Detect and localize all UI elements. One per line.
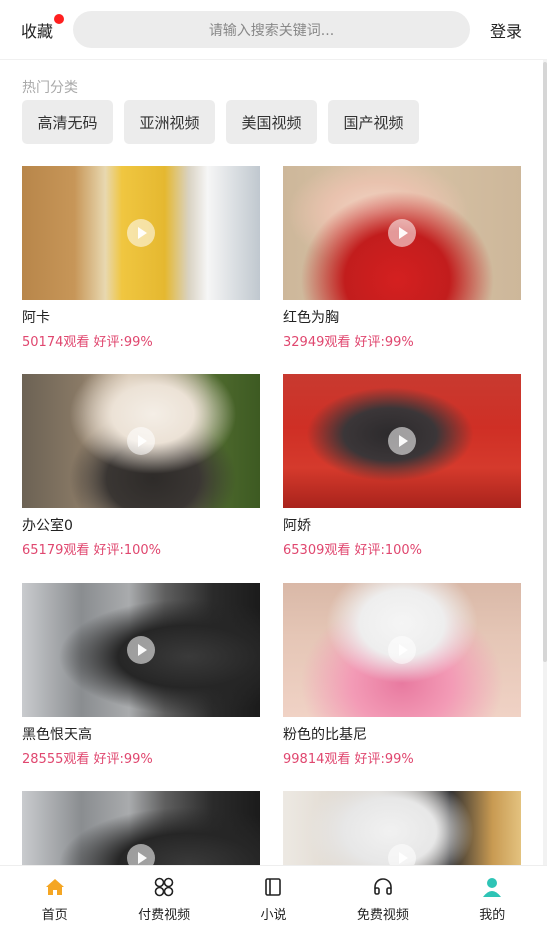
- nav-label: 小说: [260, 908, 287, 923]
- hot-categories-title: 热门分类: [22, 80, 78, 96]
- video-stats: 99814观看 好评:99%: [283, 752, 414, 767]
- nav-item-free-videos[interactable]: 免费视频: [328, 866, 437, 925]
- category-chip[interactable]: 高清无码: [22, 100, 113, 144]
- play-icon[interactable]: [127, 219, 155, 247]
- video-card[interactable]: 阿卡 50174观看 好评:99%: [22, 166, 260, 352]
- nav-item-paid-videos[interactable]: 付费视频: [109, 866, 218, 925]
- video-thumbnail[interactable]: [22, 374, 260, 508]
- video-thumbnail[interactable]: [283, 583, 521, 717]
- video-title: 办公室0: [22, 518, 73, 534]
- nav-label: 首页: [41, 908, 68, 923]
- video-title: 阿卡: [22, 310, 50, 326]
- video-title: 阿娇: [283, 518, 311, 534]
- category-chip[interactable]: 美国视频: [226, 100, 317, 144]
- video-card[interactable]: 粉色的比基尼 99814观看 好评:99%: [283, 583, 521, 769]
- nav-label: 付费视频: [138, 908, 191, 923]
- video-title: 黑色恨天高: [22, 727, 92, 743]
- play-icon[interactable]: [388, 427, 416, 455]
- video-thumbnail[interactable]: [22, 583, 260, 717]
- nav-item-home[interactable]: 首页: [0, 866, 109, 925]
- video-stats: 28555观看 好评:99%: [22, 752, 153, 767]
- video-card[interactable]: 红色为胸 32949观看 好评:99%: [283, 166, 521, 352]
- video-card[interactable]: 阿娇 65309观看 好评:100%: [283, 374, 521, 560]
- nav-item-novels[interactable]: 小说: [219, 866, 328, 925]
- video-stats: 32949观看 好评:99%: [283, 335, 414, 350]
- video-title: 粉色的比基尼: [283, 727, 367, 743]
- video-thumbnail[interactable]: [283, 166, 521, 300]
- video-card[interactable]: 办公室0 65179观看 好评:100%: [22, 374, 260, 560]
- video-card[interactable]: 黑色恨天高 28555观看 好评:99%: [22, 583, 260, 769]
- video-title: 红色为胸: [283, 310, 339, 326]
- video-thumbnail[interactable]: [283, 374, 521, 508]
- category-chip[interactable]: 亚洲视频: [124, 100, 215, 144]
- book-icon: [262, 876, 284, 898]
- bottom-nav: 首页 付费视频 小说 免费视频 我的: [0, 865, 547, 925]
- headphones-icon: [372, 876, 394, 898]
- play-icon[interactable]: [388, 636, 416, 664]
- notification-dot: [54, 14, 64, 24]
- search-input[interactable]: 请输入搜索关键词...: [73, 11, 470, 48]
- category-chips: 高清无码 亚洲视频 美国视频 国产视频: [22, 100, 419, 144]
- play-icon[interactable]: [388, 219, 416, 247]
- grid-icon: [153, 876, 175, 898]
- scrollbar-thumb[interactable]: [543, 62, 547, 662]
- play-icon[interactable]: [127, 636, 155, 664]
- video-stats: 65309观看 好评:100%: [283, 543, 423, 558]
- video-stats: 50174观看 好评:99%: [22, 335, 153, 350]
- nav-label: 我的: [479, 908, 506, 923]
- favorites-link[interactable]: 收藏: [21, 18, 53, 42]
- nav-label: 免费视频: [356, 908, 409, 923]
- user-icon: [481, 876, 503, 898]
- top-bar: 收藏 请输入搜索关键词... 登录: [0, 0, 547, 60]
- home-icon: [44, 876, 66, 898]
- play-icon[interactable]: [127, 427, 155, 455]
- video-stats: 65179观看 好评:100%: [22, 543, 162, 558]
- video-thumbnail[interactable]: [22, 166, 260, 300]
- login-link[interactable]: 登录: [490, 18, 522, 42]
- nav-item-mine[interactable]: 我的: [438, 866, 547, 925]
- category-chip[interactable]: 国产视频: [328, 100, 419, 144]
